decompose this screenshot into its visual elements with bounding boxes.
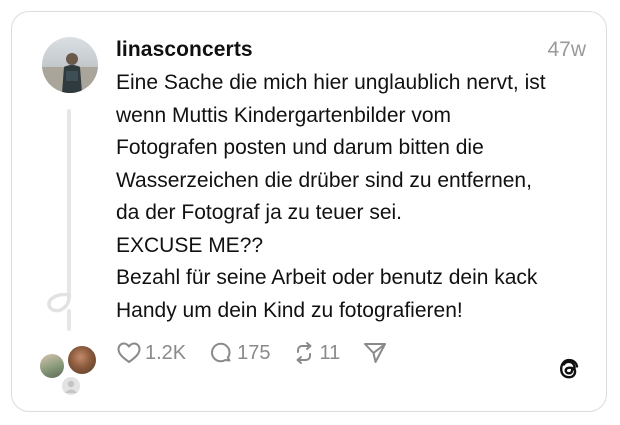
send-icon [364,343,387,363]
thread-line [67,109,71,299]
reply-avatar [38,352,66,380]
repost-icon [296,342,312,364]
post-line: Bezahl für seine Arbeit oder benutz dein… [116,266,538,289]
post-line: Eine Sache die mich hier unglaublich ner… [116,71,546,94]
threads-logo-icon [560,358,579,379]
heart-icon [117,342,141,363]
reply-avatars[interactable] [38,344,102,397]
reply-button[interactable]: 175 [208,341,271,365]
author-username[interactable]: linasconcerts [116,38,253,62]
post-line: Fotografen posten und darum bitten die [116,136,484,159]
share-button[interactable] [362,341,388,365]
post-line: Wasserzeichen die drüber sind zu entfern… [116,168,532,192]
user-icon [65,380,77,393]
post-line: da der Fotograf ja zu teuer sei. [116,201,402,224]
post-line: EXCUSE ME?? [116,233,264,257]
reply-avatar [66,344,98,376]
post-line: Handy um dein Kind zu fotografieren! [116,298,463,322]
author-avatar[interactable] [42,37,98,93]
repost-button[interactable]: 11 [291,341,341,365]
reply-count: 175 [237,341,271,364]
repost-count: 11 [319,341,341,364]
action-bar: 1.2K 175 11 [116,340,388,366]
like-button[interactable]: 1.2K [116,341,186,365]
comment-icon [211,342,231,363]
post-body: Eine Sache die mich hier unglaublich ner… [116,67,586,327]
thread-line-tail [67,309,71,331]
like-count: 1.2K [145,341,187,364]
reply-avatar-placeholder [60,375,82,397]
post-line: wenn Muttis Kindergartenbilder vom [116,103,451,127]
post-timestamp[interactable]: 47w [547,38,586,62]
